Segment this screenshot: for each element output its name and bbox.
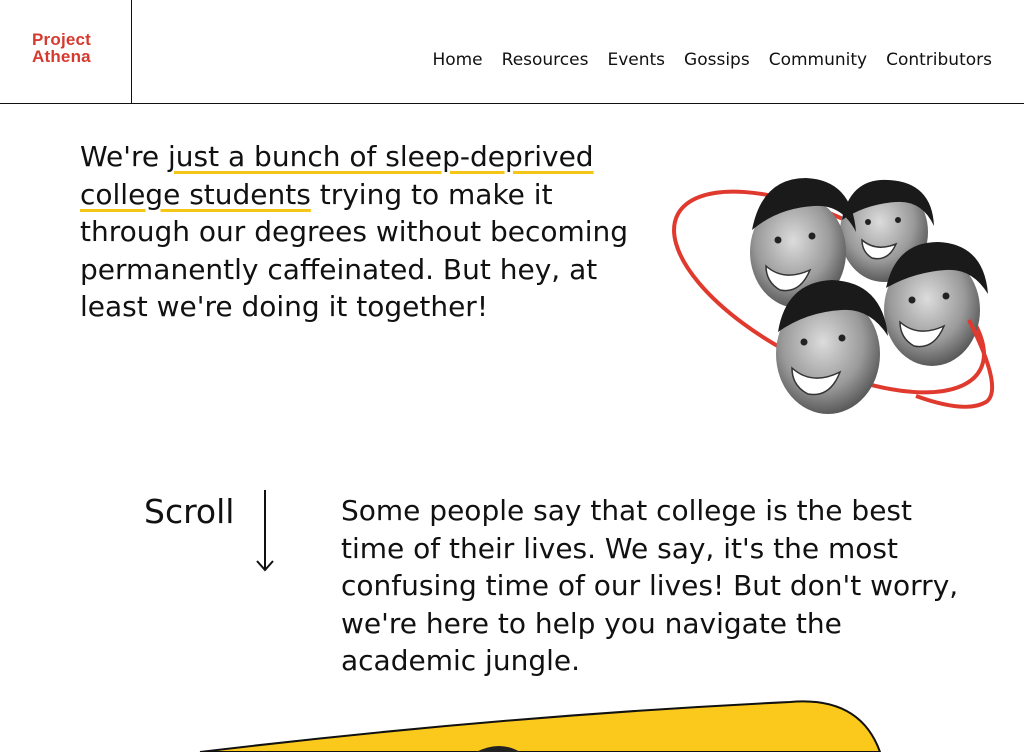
- yellow-band-decoration: [199, 700, 882, 752]
- logo-box: Project Athena: [0, 0, 132, 104]
- nav-resources[interactable]: Resources: [502, 49, 589, 71]
- nav-contributors[interactable]: Contributors: [886, 49, 992, 71]
- scroll-label[interactable]: Scroll: [144, 492, 234, 532]
- nav-events[interactable]: Events: [607, 49, 665, 71]
- logo-line-1: Project: [32, 30, 92, 49]
- main-nav: Home Resources Events Gossips Community …: [432, 49, 992, 71]
- nav-gossips[interactable]: Gossips: [684, 49, 750, 71]
- site-header: Project Athena Home Resources Events Gos…: [0, 0, 1024, 104]
- hero-text: We're just a bunch of sleep-deprived col…: [80, 138, 660, 326]
- faces-illustration: [672, 178, 995, 414]
- logo-line-2: Athena: [32, 47, 91, 66]
- nav-community[interactable]: Community: [769, 49, 867, 71]
- hero-intro: We're: [80, 140, 168, 173]
- face-3: [776, 280, 888, 414]
- logo[interactable]: Project Athena: [32, 31, 91, 65]
- arrow-down-icon[interactable]: [254, 490, 276, 574]
- intro-paragraph: Some people say that college is the best…: [341, 494, 959, 677]
- face-4: [884, 242, 988, 366]
- nav-home[interactable]: Home: [432, 49, 482, 71]
